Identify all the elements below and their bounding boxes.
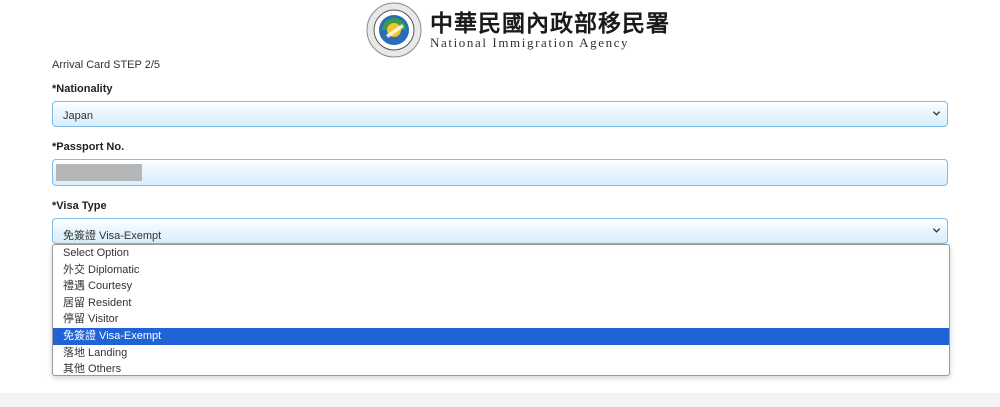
visa-type-select[interactable]: 免簽證 Visa-Exempt	[52, 218, 948, 244]
visa-option-selected[interactable]: 免簽證 Visa-Exempt	[53, 327, 949, 345]
visa-option[interactable]: 其他 Others	[53, 361, 949, 375]
visa-type-label: *Visa Type	[52, 200, 107, 212]
visa-option[interactable]: 居留 Resident	[53, 295, 949, 312]
agency-name-zh: 中華民國內政部移民署	[430, 10, 670, 37]
visa-type-value: 免簽證 Visa-Exempt	[63, 230, 162, 242]
nationality-select[interactable]: Japan	[52, 101, 948, 127]
nationality-label: *Nationality	[52, 83, 113, 95]
passport-input[interactable]	[52, 159, 948, 186]
visa-type-dropdown-list[interactable]: Select Option 外交 Diplomatic 禮遇 Courtesy …	[52, 244, 950, 376]
visa-option[interactable]: Select Option	[53, 245, 949, 262]
nia-emblem-icon	[366, 2, 422, 58]
chevron-down-icon	[932, 111, 941, 116]
nationality-value: Japan	[63, 110, 93, 122]
visa-option[interactable]: 停留 Visitor	[53, 311, 949, 328]
passport-label: *Passport No.	[52, 141, 125, 153]
visa-option[interactable]: 落地 Landing	[53, 345, 949, 362]
step-indicator: Arrival Card STEP 2/5	[52, 59, 161, 71]
page-bottom-shade	[0, 393, 1000, 407]
agency-name-en: National Immigration Agency	[430, 35, 630, 50]
visa-option[interactable]: 外交 Diplomatic	[53, 262, 949, 279]
site-header: 中華民國內政部移民署 National Immigration Agency	[0, 0, 1000, 58]
passport-redacted-value	[56, 164, 142, 181]
visa-option[interactable]: 禮遇 Courtesy	[53, 278, 949, 295]
chevron-down-icon	[932, 228, 941, 233]
